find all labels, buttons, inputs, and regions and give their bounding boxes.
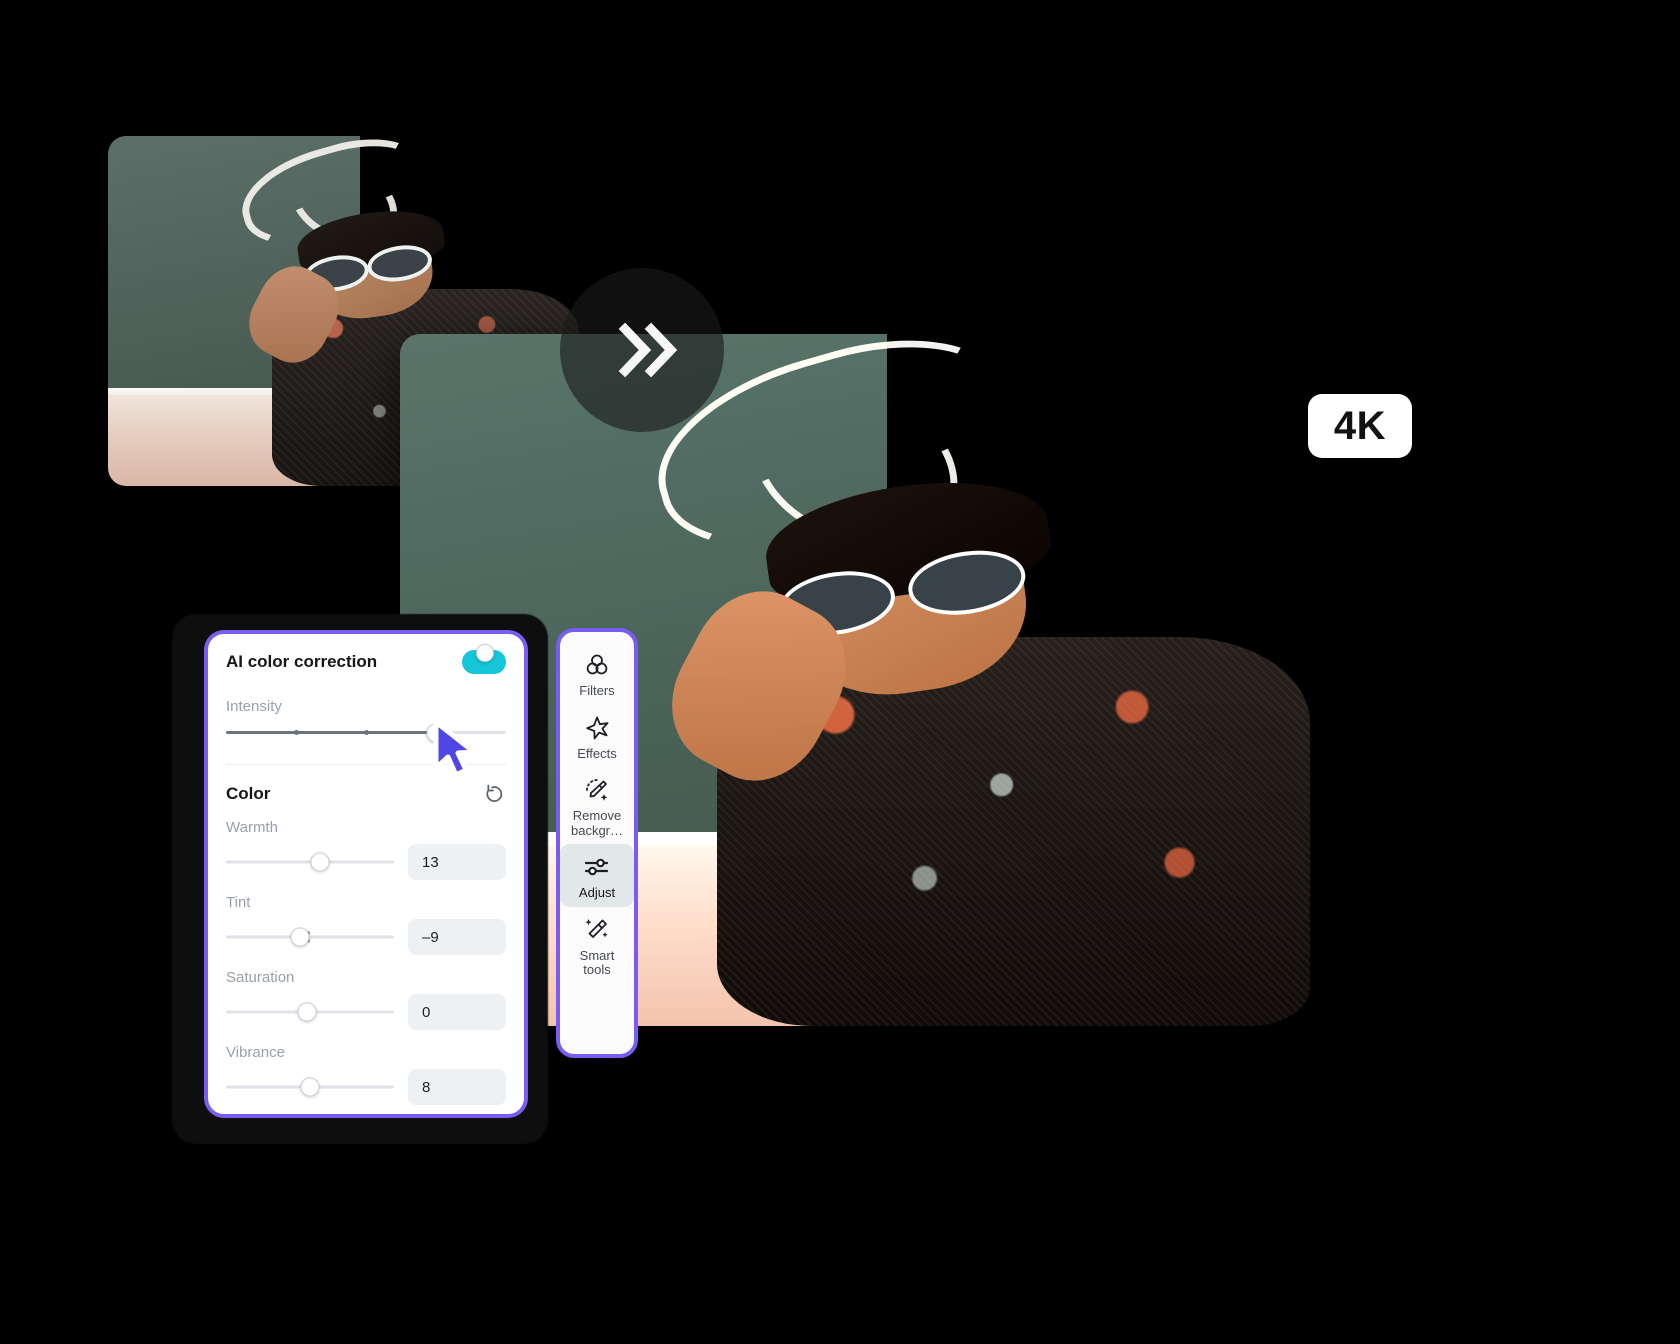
slider-knob[interactable] <box>297 1002 317 1022</box>
tool-effects[interactable]: Effects <box>560 705 634 768</box>
reset-rotate-icon[interactable] <box>484 783 506 805</box>
double-chevron-right-icon[interactable] <box>560 268 724 432</box>
magic-eraser-icon <box>584 775 610 805</box>
tool-label: Adjust <box>578 885 616 901</box>
color-slider-list: Warmth 13 Tint –9 Saturation 0 Vibrance 8 <box>226 819 506 1105</box>
slider-label-tint: Tint <box>226 894 251 911</box>
sliders-icon <box>583 852 611 882</box>
slider-track-tint[interactable] <box>226 926 394 948</box>
slider-knob[interactable] <box>300 1077 320 1097</box>
three-circles-icon <box>584 650 610 680</box>
intensity-slider[interactable] <box>226 717 506 742</box>
slider-knob[interactable] <box>290 927 310 947</box>
slider-label-vibrance: Vibrance <box>226 1044 285 1061</box>
panel-divider <box>226 764 506 765</box>
magic-wand-icon <box>584 915 610 945</box>
editor-canvas: 4K AI color correction Intensity Color W… <box>0 0 1680 1344</box>
slider-track-warmth[interactable] <box>226 851 394 873</box>
intensity-knob[interactable] <box>426 723 446 742</box>
intensity-filled <box>226 731 436 734</box>
intensity-track[interactable] <box>226 723 506 742</box>
tool-label: Remove backgr… <box>570 808 624 838</box>
slider-value-saturation[interactable]: 0 <box>408 994 506 1030</box>
slider-knob[interactable] <box>310 852 330 872</box>
tool-smart-tools[interactable]: Smart tools <box>560 907 634 984</box>
ai-color-correction-toggle[interactable] <box>462 644 506 674</box>
slider-track-line <box>226 935 394 939</box>
toggle-knob <box>476 644 494 662</box>
slider-label-saturation: Saturation <box>226 969 295 986</box>
tool-label: Filters <box>579 683 615 698</box>
intensity-label: Intensity <box>226 698 282 715</box>
slider-row-saturation: 0 <box>226 994 506 1030</box>
slider-row-warmth: 13 <box>226 844 506 880</box>
sparkle-star-icon <box>584 713 610 743</box>
slider-row-tint: –9 <box>226 919 506 955</box>
slider-row-vibrance: 8 <box>226 1069 506 1105</box>
ai-color-correction-panel: AI color correction Intensity Color Warm… <box>204 630 528 1118</box>
editor-toolbar: Filters Effects Remove backgr… Adjust Sm… <box>556 628 638 1058</box>
panel-header: AI color correction <box>226 634 506 690</box>
tool-filters[interactable]: Filters <box>560 642 634 705</box>
tool-label: Effects <box>577 745 617 761</box>
tool-remove-background[interactable]: Remove backgr… <box>560 767 634 844</box>
slider-value-tint[interactable]: –9 <box>408 919 506 955</box>
slider-track-saturation[interactable] <box>226 1001 394 1023</box>
slider-value-warmth[interactable]: 13 <box>408 844 506 880</box>
slider-value-vibrance[interactable]: 8 <box>408 1069 506 1105</box>
panel-title: AI color correction <box>226 652 378 671</box>
color-section-title: Color <box>226 784 271 803</box>
intensity-tick <box>294 730 299 735</box>
color-section-header: Color <box>226 783 506 805</box>
slider-track-vibrance[interactable] <box>226 1076 394 1098</box>
tool-label: Smart tools <box>579 947 615 978</box>
slider-label-warmth: Warmth <box>226 819 278 836</box>
tool-adjust[interactable]: Adjust <box>560 844 634 907</box>
quality-badge-4k: 4K <box>1307 394 1412 458</box>
intensity-tick <box>364 730 369 735</box>
